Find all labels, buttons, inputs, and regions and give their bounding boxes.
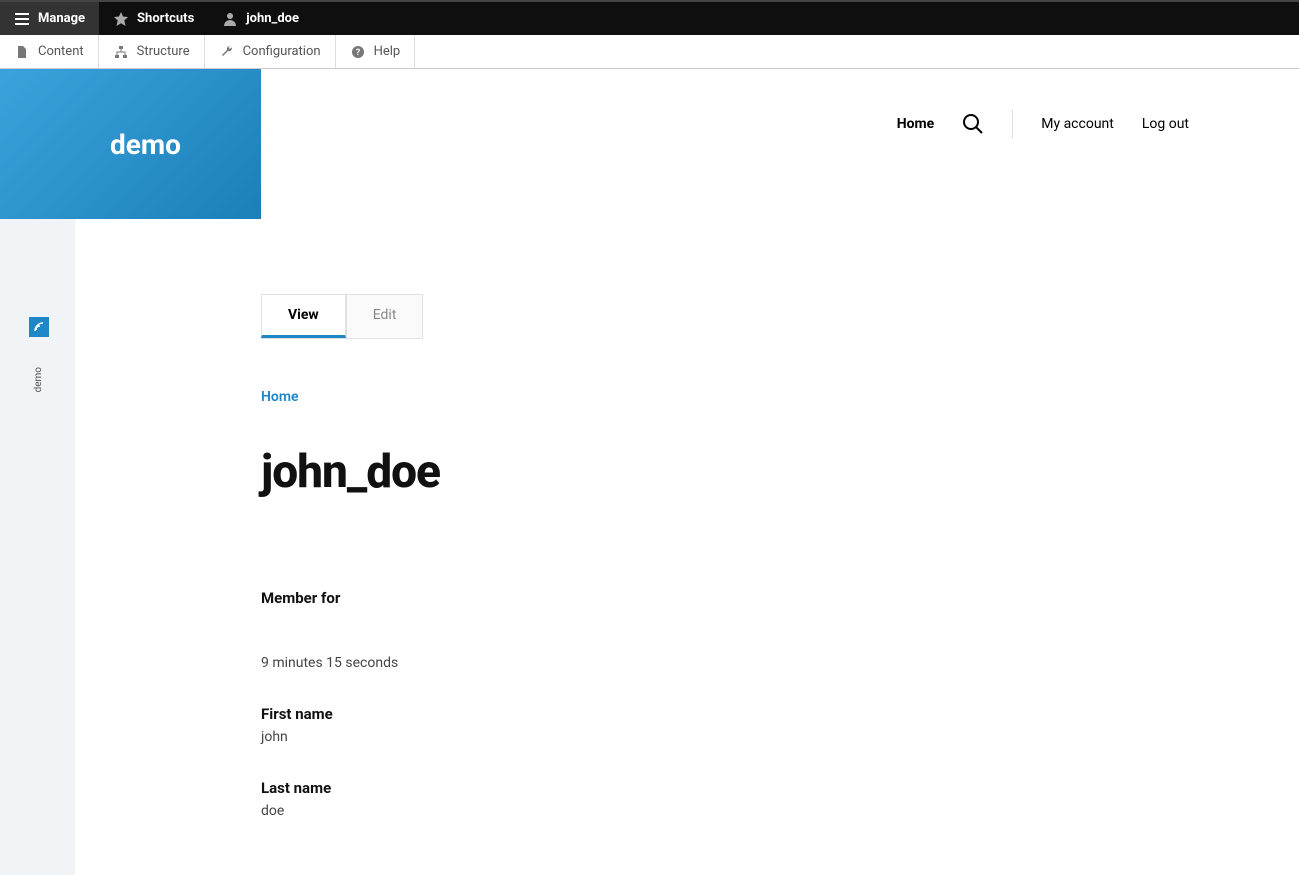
tabs: View Edit: [261, 294, 423, 339]
my-account-link[interactable]: My account: [1041, 116, 1114, 132]
content-label: Content: [38, 44, 84, 59]
user-button[interactable]: john_doe: [208, 2, 313, 35]
wrench-icon: [219, 44, 235, 60]
home-link[interactable]: Home: [897, 116, 934, 132]
main-area: demo Home My account Log out View Edit H…: [75, 69, 1299, 875]
nav-divider: [1012, 110, 1013, 138]
member-for-label: Member for: [261, 589, 1061, 607]
configuration-label: Configuration: [243, 44, 321, 59]
member-for-value: 9 minutes 15 seconds: [261, 655, 1061, 671]
tab-edit[interactable]: Edit: [346, 294, 424, 338]
configuration-link[interactable]: Configuration: [205, 35, 336, 68]
brand-block[interactable]: demo: [0, 69, 261, 219]
help-icon: ?: [350, 44, 366, 60]
first-name-label: First name: [261, 705, 1061, 723]
content: View Edit Home john_doe Member for 9 min…: [261, 294, 1061, 853]
sidebar-brand-label: demo: [33, 367, 44, 392]
user-label: john_doe: [246, 11, 299, 26]
manage-label: Manage: [38, 11, 85, 26]
hamburger-icon: [14, 11, 30, 27]
structure-link[interactable]: Structure: [99, 35, 205, 68]
last-name-value: doe: [261, 803, 1061, 819]
star-icon: [113, 11, 129, 27]
sidebar-brand-icon[interactable]: [29, 317, 49, 337]
log-out-link[interactable]: Log out: [1142, 116, 1189, 132]
help-link[interactable]: ? Help: [336, 35, 416, 68]
first-name-value: john: [261, 729, 1061, 745]
svg-text:?: ?: [355, 48, 360, 58]
manage-button[interactable]: Manage: [0, 2, 99, 35]
person-icon: [222, 11, 238, 27]
brand-text: demo: [110, 128, 181, 161]
shortcuts-label: Shortcuts: [137, 11, 194, 26]
content-link[interactable]: Content: [0, 35, 99, 68]
tab-view[interactable]: View: [261, 294, 346, 338]
last-name-label: Last name: [261, 779, 1061, 797]
help-label: Help: [374, 44, 401, 59]
file-icon: [14, 44, 30, 60]
breadcrumb-home[interactable]: Home: [261, 389, 1061, 405]
admin-subtoolbar: Content Structure Configuration ? Help: [0, 35, 1299, 69]
top-nav: Home My account Log out: [897, 104, 1189, 144]
shortcuts-button[interactable]: Shortcuts: [99, 2, 208, 35]
admin-toolbar: Manage Shortcuts john_doe: [0, 0, 1299, 35]
structure-label: Structure: [137, 44, 190, 59]
search-icon[interactable]: [962, 113, 984, 135]
hierarchy-icon: [113, 44, 129, 60]
page-title: john_doe: [261, 445, 1061, 499]
